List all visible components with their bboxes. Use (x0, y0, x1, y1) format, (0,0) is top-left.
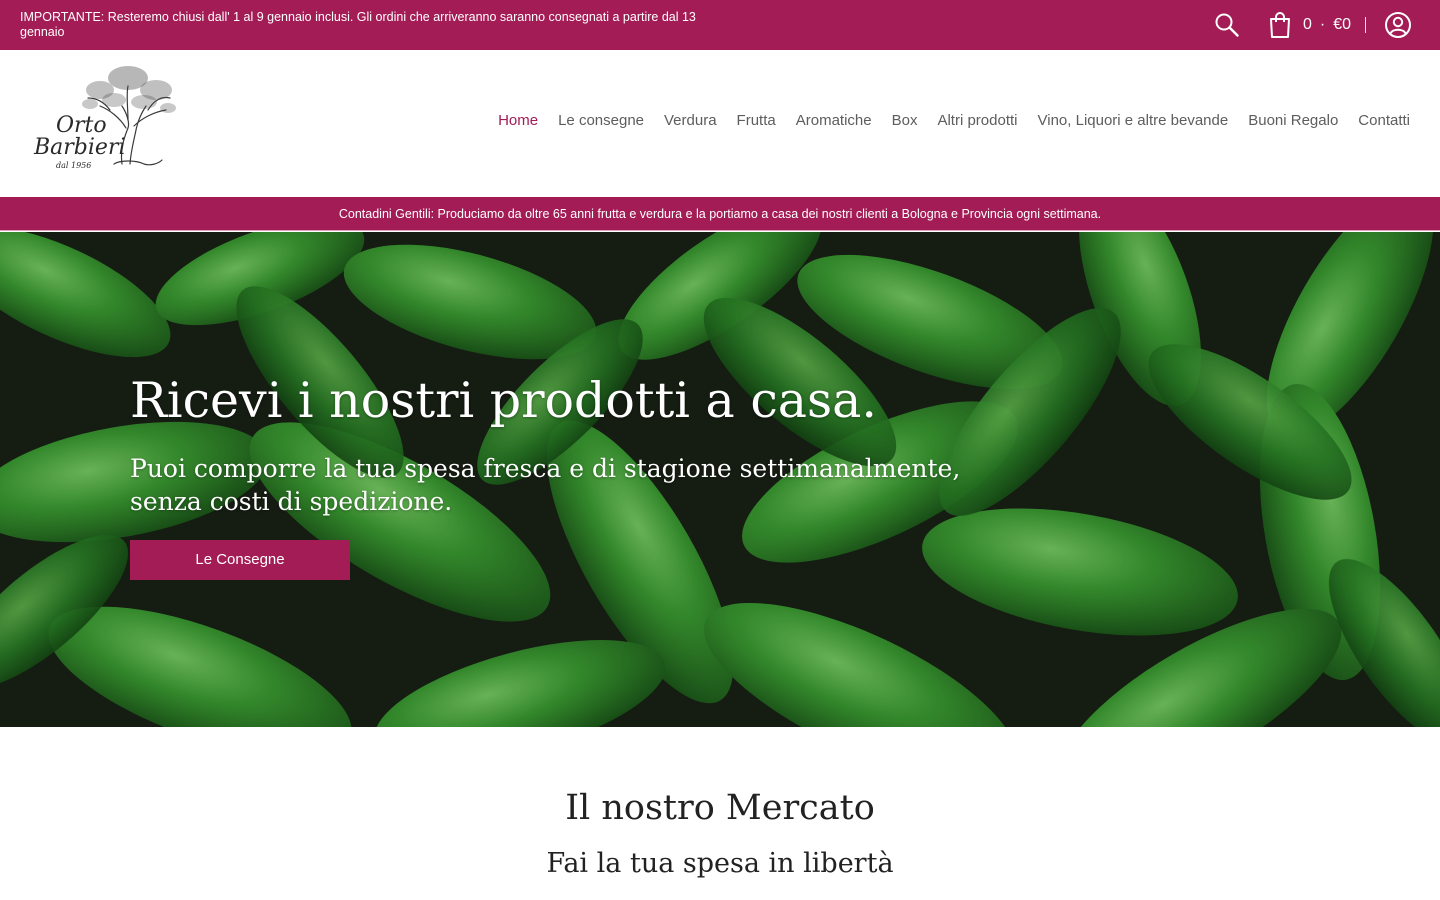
logo-text-since: dal 1956 (56, 161, 91, 170)
section-title: Il nostro Mercato (565, 788, 875, 828)
nav-item-vino-liquori[interactable]: Vino, Liquori e altre bevande (1038, 112, 1229, 129)
cart-link[interactable]: 0 · €0 (1267, 11, 1351, 39)
site-logo[interactable]: Orto Barbieri dal 1956 (30, 60, 178, 178)
nav-item-verdura[interactable]: Verdura (664, 112, 717, 129)
nav-item-frutta[interactable]: Frutta (737, 112, 776, 129)
tagline-bar: Contadini Gentili: Produciamo da oltre 6… (0, 197, 1440, 231)
nav-item-box[interactable]: Box (892, 112, 918, 129)
le-consegne-button[interactable]: Le Consegne (130, 540, 350, 580)
hero-content: Ricevi i nostri prodotti a casa. Puoi co… (130, 370, 1030, 580)
hero-subtitle: Puoi comporre la tua spesa fresca e di s… (130, 454, 961, 516)
nav-item-le-consegne[interactable]: Le consegne (558, 112, 644, 129)
section-subtitle: Fai la tua spesa in libertà (546, 848, 894, 879)
site-header: Orto Barbieri dal 1956 Home Le consegne … (0, 50, 1440, 197)
header-divider (1365, 17, 1366, 33)
main-nav: Home Le consegne Verdura Frutta Aromatic… (478, 112, 1410, 129)
cart-count: 0 (1302, 16, 1312, 33)
nav-item-altri-prodotti[interactable]: Altri prodotti (937, 112, 1017, 129)
nav-item-buoni-regalo[interactable]: Buoni Regalo (1248, 112, 1338, 129)
cart-total: €0 (1333, 16, 1351, 33)
nav-item-contatti[interactable]: Contatti (1358, 112, 1410, 129)
hero-title: Ricevi i nostri prodotti a casa. (130, 372, 877, 429)
announcement-bar: IMPORTANTE: Resteremo chiusi dall' 1 al … (0, 0, 1440, 50)
hero-banner: Ricevi i nostri prodotti a casa. Puoi co… (0, 232, 1440, 727)
cart-separator: · (1319, 16, 1326, 33)
user-circle-icon[interactable] (1384, 11, 1412, 39)
market-section: Il nostro Mercato Fai la tua spesa in li… (0, 727, 1440, 900)
logo-text-barbieri: Barbieri (33, 135, 126, 160)
header-actions: 0 · €0 (1213, 10, 1412, 40)
search-icon[interactable] (1213, 11, 1241, 39)
nav-item-aromatiche[interactable]: Aromatiche (796, 112, 872, 129)
announcement-text: IMPORTANTE: Resteremo chiusi dall' 1 al … (20, 10, 696, 39)
shopping-bag-icon (1267, 11, 1293, 39)
nav-item-home[interactable]: Home (498, 112, 538, 129)
